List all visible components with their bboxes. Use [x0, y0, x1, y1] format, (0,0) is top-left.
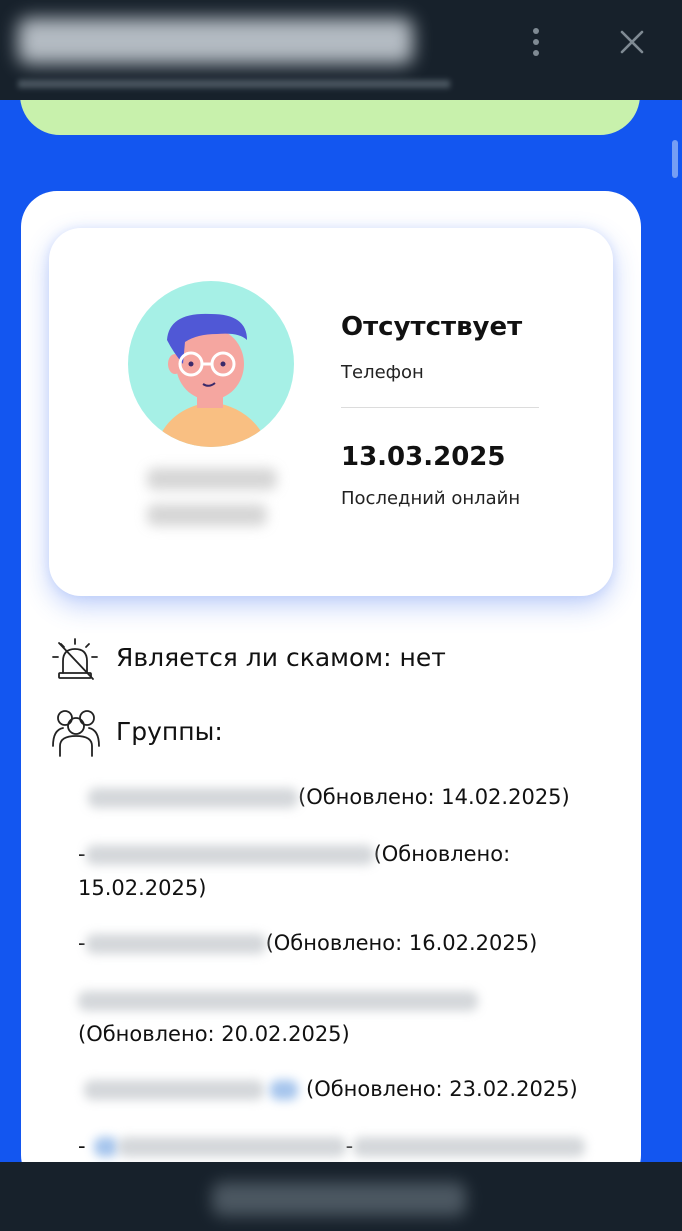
- username-redacted: [147, 468, 277, 543]
- more-vert-icon: [533, 28, 539, 34]
- group-updated: (Обновлено: 20.02.2025): [78, 1022, 350, 1046]
- users-icon: [52, 710, 100, 757]
- emoji-redacted: [270, 1080, 298, 1100]
- group-name-redacted: [88, 788, 298, 808]
- group-updated: 15.02.2025): [78, 876, 207, 900]
- group-item[interactable]: (Обновлено: 20.02.2025): [78, 983, 618, 1051]
- bottom-button-redacted[interactable]: [212, 1182, 466, 1216]
- group-item[interactable]: - (Обновлено: 16.02.2025): [78, 926, 618, 960]
- group-item[interactable]: - (Обновлено: 15.02.2025): [78, 837, 618, 905]
- divider: [341, 407, 539, 408]
- group-updated: (Обновлено:: [373, 842, 511, 866]
- group-updated: (Обновлено: 16.02.2025): [265, 931, 538, 955]
- last-online-label: Последний онлайн: [341, 488, 521, 509]
- group-updated: (Обновлено: 23.02.2025): [306, 1077, 578, 1101]
- emoji-redacted: [93, 1137, 118, 1157]
- main-card: Отсутствует Телефон 13.03.2025 Последний…: [21, 191, 641, 1191]
- more-menu-button[interactable]: [517, 22, 555, 62]
- group-item[interactable]: (Обновлено: 14.02.2025): [78, 780, 618, 814]
- bottom-bar: [0, 1162, 682, 1231]
- status-value: Отсутствует: [341, 312, 523, 342]
- siren-off-icon: [52, 638, 98, 680]
- avatar: [128, 281, 294, 447]
- header-bar: [0, 0, 682, 100]
- close-icon[interactable]: [614, 24, 650, 60]
- group-item[interactable]: (Обновлено: 23.02.2025): [78, 1072, 618, 1106]
- scam-status: Является ли скамом: нет: [116, 643, 446, 672]
- last-online-value: 13.03.2025: [341, 442, 506, 472]
- status-label: Телефон: [341, 362, 424, 383]
- group-name-redacted: [85, 934, 266, 954]
- group-name-redacted: [78, 991, 478, 1011]
- header-title-redacted: [18, 18, 413, 64]
- group-name-redacted: [117, 1137, 346, 1157]
- group-name-redacted: [85, 845, 374, 865]
- groups-label: Группы:: [116, 717, 223, 746]
- scrollbar[interactable]: [672, 140, 678, 178]
- group-name-redacted: [84, 1080, 264, 1100]
- profile-card: Отсутствует Телефон 13.03.2025 Последний…: [49, 228, 613, 596]
- group-item[interactable]: --: [78, 1129, 618, 1163]
- group-updated: (Обновлено: 14.02.2025): [298, 785, 570, 809]
- header-subtitle-redacted: [18, 80, 450, 88]
- group-name-redacted: [353, 1137, 586, 1157]
